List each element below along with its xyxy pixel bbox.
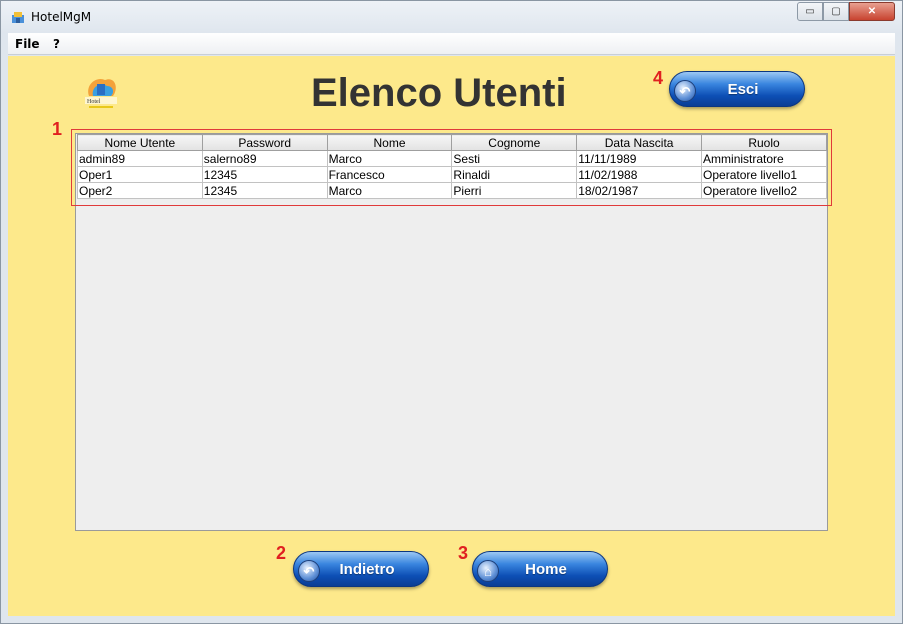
marker-3: 3	[458, 543, 469, 563]
exit-button[interactable]: ↶ Esci	[669, 71, 805, 107]
maximize-icon: ▢	[831, 6, 841, 17]
close-icon: ✕	[867, 6, 877, 17]
marker-2: 2	[276, 543, 287, 563]
app-icon	[12, 12, 24, 23]
menu-file[interactable]: File	[15, 37, 40, 51]
exit-button-label: Esci	[727, 80, 759, 98]
window-controls: ▭ ▢ ✕	[797, 2, 895, 22]
app-window: HotelMgM ▭ ▢ ✕ File ? Hotel Elenco Utent…	[0, 0, 903, 624]
title-bar: HotelMgM ▭ ▢ ✕	[1, 1, 902, 33]
home-icon: ⌂	[477, 560, 499, 582]
main-panel: Hotel Elenco Utenti 4 ↶ Esci 1 Nome Uten…	[8, 56, 895, 616]
back-arrow-icon: ↶	[674, 80, 696, 102]
back-button[interactable]: ↶ Indietro	[293, 551, 429, 587]
menu-bar: File ?	[8, 33, 895, 55]
home-button[interactable]: ⌂ Home	[472, 551, 608, 587]
minimize-icon: ▭	[805, 6, 815, 17]
page-title: Elenco Utenti	[311, 71, 567, 115]
minimize-button[interactable]: ▭	[797, 2, 823, 21]
home-button-label: Home	[525, 560, 567, 578]
svg-text:Hotel: Hotel	[87, 99, 101, 105]
maximize-button[interactable]: ▢	[823, 2, 849, 21]
marker-4: 4	[653, 68, 664, 88]
marker-1: 1	[52, 119, 63, 139]
hotel-logo-icon: Hotel	[85, 78, 117, 108]
table-highlight-box	[71, 129, 832, 206]
back-button-label: Indietro	[339, 560, 395, 578]
back-arrow-icon: ↶	[298, 560, 320, 582]
close-button[interactable]: ✕	[849, 2, 895, 21]
menu-help[interactable]: ?	[53, 37, 60, 51]
window-title: HotelMgM	[31, 10, 92, 24]
